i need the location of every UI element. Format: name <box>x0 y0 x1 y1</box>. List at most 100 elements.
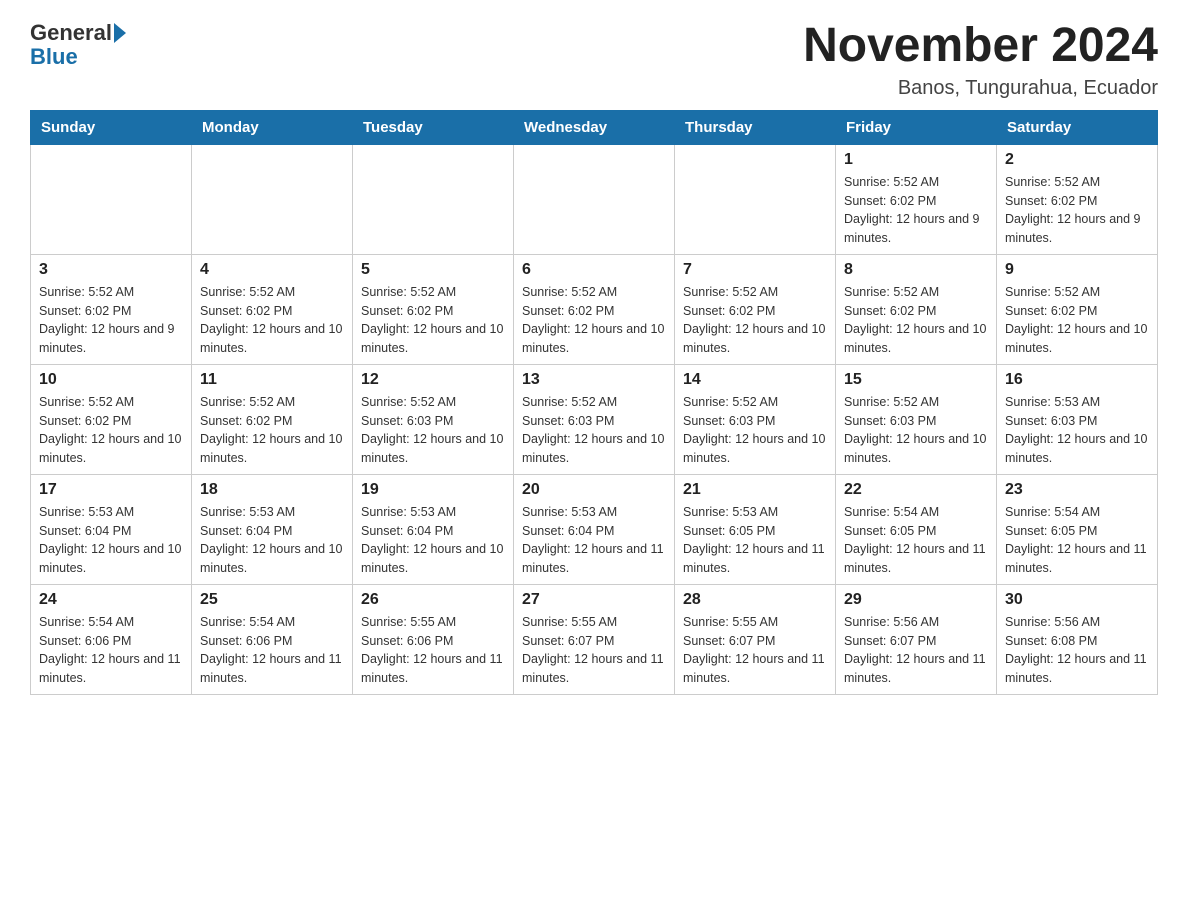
calendar-body: 1 Sunrise: 5:52 AM Sunset: 6:02 PM Daylig… <box>31 144 1158 694</box>
day-number: 28 <box>683 591 827 609</box>
day-info: Sunrise: 5:53 AM Sunset: 6:03 PM Dayligh… <box>1005 393 1149 468</box>
calendar-cell: 13Sunrise: 5:52 AM Sunset: 6:03 PM Dayli… <box>514 364 675 474</box>
column-header-wednesday: Wednesday <box>514 110 675 144</box>
location-subtitle: Banos, Tungurahua, Ecuador <box>803 77 1158 100</box>
week-row-1: 1 Sunrise: 5:52 AM Sunset: 6:02 PM Daylig… <box>31 144 1158 254</box>
day-number: 24 <box>39 591 183 609</box>
calendar-cell: 3 Sunrise: 5:52 AM Sunset: 6:02 PM Daylig… <box>31 254 192 364</box>
calendar-cell: 1 Sunrise: 5:52 AM Sunset: 6:02 PM Daylig… <box>836 144 997 254</box>
calendar-cell: 7 Sunrise: 5:52 AM Sunset: 6:02 PM Daylig… <box>675 254 836 364</box>
day-number: 20 <box>522 481 666 499</box>
day-number: 22 <box>844 481 988 499</box>
calendar-cell: 17Sunrise: 5:53 AM Sunset: 6:04 PM Dayli… <box>31 474 192 584</box>
calendar-cell: 5 Sunrise: 5:52 AM Sunset: 6:02 PM Daylig… <box>353 254 514 364</box>
day-info: Sunrise: 5:54 AM Sunset: 6:05 PM Dayligh… <box>844 503 988 578</box>
day-info: Sunrise: 5:54 AM Sunset: 6:05 PM Dayligh… <box>1005 503 1149 578</box>
day-number: 27 <box>522 591 666 609</box>
day-info: Sunrise: 5:52 AM Sunset: 6:03 PM Dayligh… <box>522 393 666 468</box>
calendar-cell: 24Sunrise: 5:54 AM Sunset: 6:06 PM Dayli… <box>31 584 192 694</box>
day-info: Sunrise: 5:52 AM Sunset: 6:02 PM Dayligh… <box>1005 283 1149 358</box>
header-row: SundayMondayTuesdayWednesdayThursdayFrid… <box>31 110 1158 144</box>
day-number: 26 <box>361 591 505 609</box>
calendar-cell: 18Sunrise: 5:53 AM Sunset: 6:04 PM Dayli… <box>192 474 353 584</box>
day-number: 12 <box>361 371 505 389</box>
logo: General Blue <box>30 20 126 70</box>
day-info: Sunrise: 5:52 AM Sunset: 6:02 PM Dayligh… <box>200 283 344 358</box>
day-info: Sunrise: 5:52 AM Sunset: 6:02 PM Dayligh… <box>844 283 988 358</box>
day-info: Sunrise: 5:53 AM Sunset: 6:04 PM Dayligh… <box>522 503 666 578</box>
day-number: 4 <box>200 261 344 279</box>
day-info: Sunrise: 5:52 AM Sunset: 6:03 PM Dayligh… <box>361 393 505 468</box>
logo-general-text: General <box>30 20 112 46</box>
calendar-cell: 2Sunrise: 5:52 AM Sunset: 6:02 PM Daylig… <box>997 144 1158 254</box>
calendar-cell: 23 Sunrise: 5:54 AM Sunset: 6:05 PM Dayli… <box>997 474 1158 584</box>
day-info: Sunrise: 5:53 AM Sunset: 6:04 PM Dayligh… <box>200 503 344 578</box>
calendar-cell: 26 Sunrise: 5:55 AM Sunset: 6:06 PM Dayli… <box>353 584 514 694</box>
day-number: 14 <box>683 371 827 389</box>
calendar-cell: 27 Sunrise: 5:55 AM Sunset: 6:07 PM Dayli… <box>514 584 675 694</box>
day-info: Sunrise: 5:52 AM Sunset: 6:02 PM Dayligh… <box>39 283 183 358</box>
calendar-cell <box>31 144 192 254</box>
day-number: 8 <box>844 261 988 279</box>
calendar-cell: 12 Sunrise: 5:52 AM Sunset: 6:03 PM Dayli… <box>353 364 514 474</box>
calendar-cell: 11 Sunrise: 5:52 AM Sunset: 6:02 PM Dayli… <box>192 364 353 474</box>
day-number: 15 <box>844 371 988 389</box>
calendar-cell: 29Sunrise: 5:56 AM Sunset: 6:07 PM Dayli… <box>836 584 997 694</box>
day-info: Sunrise: 5:55 AM Sunset: 6:07 PM Dayligh… <box>522 613 666 688</box>
week-row-5: 24 Sunrise: 5:54 AM Sunset: 6:06 PM Dayli… <box>31 584 1158 694</box>
day-info: Sunrise: 5:56 AM Sunset: 6:08 PM Dayligh… <box>1005 613 1149 688</box>
calendar-cell <box>514 144 675 254</box>
day-number: 3 <box>39 261 183 279</box>
calendar-table: SundayMondayTuesdayWednesdayThursdayFrid… <box>30 110 1158 695</box>
day-number: 9 <box>1005 261 1149 279</box>
calendar-cell: 15 Sunrise: 5:52 AM Sunset: 6:03 PM Dayli… <box>836 364 997 474</box>
day-number: 23 <box>1005 481 1149 499</box>
title-area: November 2024 Banos, Tungurahua, Ecuador <box>803 20 1158 100</box>
logo-blue-text: Blue <box>30 44 78 70</box>
calendar-cell <box>353 144 514 254</box>
day-info: Sunrise: 5:55 AM Sunset: 6:06 PM Dayligh… <box>361 613 505 688</box>
day-info: Sunrise: 5:52 AM Sunset: 6:03 PM Dayligh… <box>844 393 988 468</box>
day-info: Sunrise: 5:52 AM Sunset: 6:02 PM Dayligh… <box>39 393 183 468</box>
column-header-tuesday: Tuesday <box>353 110 514 144</box>
day-info: Sunrise: 5:52 AM Sunset: 6:02 PM Dayligh… <box>361 283 505 358</box>
day-info: Sunrise: 5:52 AM Sunset: 6:02 PM Dayligh… <box>522 283 666 358</box>
day-info: Sunrise: 5:54 AM Sunset: 6:06 PM Dayligh… <box>200 613 344 688</box>
day-number: 30 <box>1005 591 1149 609</box>
calendar-cell: 30 Sunrise: 5:56 AM Sunset: 6:08 PM Dayli… <box>997 584 1158 694</box>
day-info: Sunrise: 5:53 AM Sunset: 6:05 PM Dayligh… <box>683 503 827 578</box>
page-title: November 2024 <box>803 20 1158 73</box>
column-header-monday: Monday <box>192 110 353 144</box>
day-number: 2 <box>1005 151 1149 169</box>
day-info: Sunrise: 5:52 AM Sunset: 6:02 PM Dayligh… <box>200 393 344 468</box>
day-info: Sunrise: 5:53 AM Sunset: 6:04 PM Dayligh… <box>361 503 505 578</box>
day-number: 25 <box>200 591 344 609</box>
day-info: Sunrise: 5:52 AM Sunset: 6:02 PM Dayligh… <box>844 173 988 248</box>
day-number: 1 <box>844 151 988 169</box>
day-number: 10 <box>39 371 183 389</box>
day-info: Sunrise: 5:56 AM Sunset: 6:07 PM Dayligh… <box>844 613 988 688</box>
calendar-cell: 4 Sunrise: 5:52 AM Sunset: 6:02 PM Daylig… <box>192 254 353 364</box>
day-number: 7 <box>683 261 827 279</box>
calendar-cell: 22 Sunrise: 5:54 AM Sunset: 6:05 PM Dayli… <box>836 474 997 584</box>
calendar-cell: 21Sunrise: 5:53 AM Sunset: 6:05 PM Dayli… <box>675 474 836 584</box>
page-header: General Blue November 2024 Banos, Tungur… <box>30 20 1158 100</box>
day-number: 16 <box>1005 371 1149 389</box>
day-info: Sunrise: 5:52 AM Sunset: 6:02 PM Dayligh… <box>683 283 827 358</box>
calendar-cell <box>192 144 353 254</box>
day-number: 17 <box>39 481 183 499</box>
week-row-3: 10 Sunrise: 5:52 AM Sunset: 6:02 PM Dayli… <box>31 364 1158 474</box>
column-header-sunday: Sunday <box>31 110 192 144</box>
calendar-cell: 20 Sunrise: 5:53 AM Sunset: 6:04 PM Dayli… <box>514 474 675 584</box>
calendar-cell: 6Sunrise: 5:52 AM Sunset: 6:02 PM Daylig… <box>514 254 675 364</box>
calendar-cell: 19Sunrise: 5:53 AM Sunset: 6:04 PM Dayli… <box>353 474 514 584</box>
day-number: 11 <box>200 371 344 389</box>
day-number: 5 <box>361 261 505 279</box>
calendar-cell: 14Sunrise: 5:52 AM Sunset: 6:03 PM Dayli… <box>675 364 836 474</box>
column-header-friday: Friday <box>836 110 997 144</box>
calendar-cell: 16 Sunrise: 5:53 AM Sunset: 6:03 PM Dayli… <box>997 364 1158 474</box>
column-header-saturday: Saturday <box>997 110 1158 144</box>
calendar-header: SundayMondayTuesdayWednesdayThursdayFrid… <box>31 110 1158 144</box>
calendar-cell: 8 Sunrise: 5:52 AM Sunset: 6:02 PM Daylig… <box>836 254 997 364</box>
calendar-cell: 9 Sunrise: 5:52 AM Sunset: 6:02 PM Daylig… <box>997 254 1158 364</box>
